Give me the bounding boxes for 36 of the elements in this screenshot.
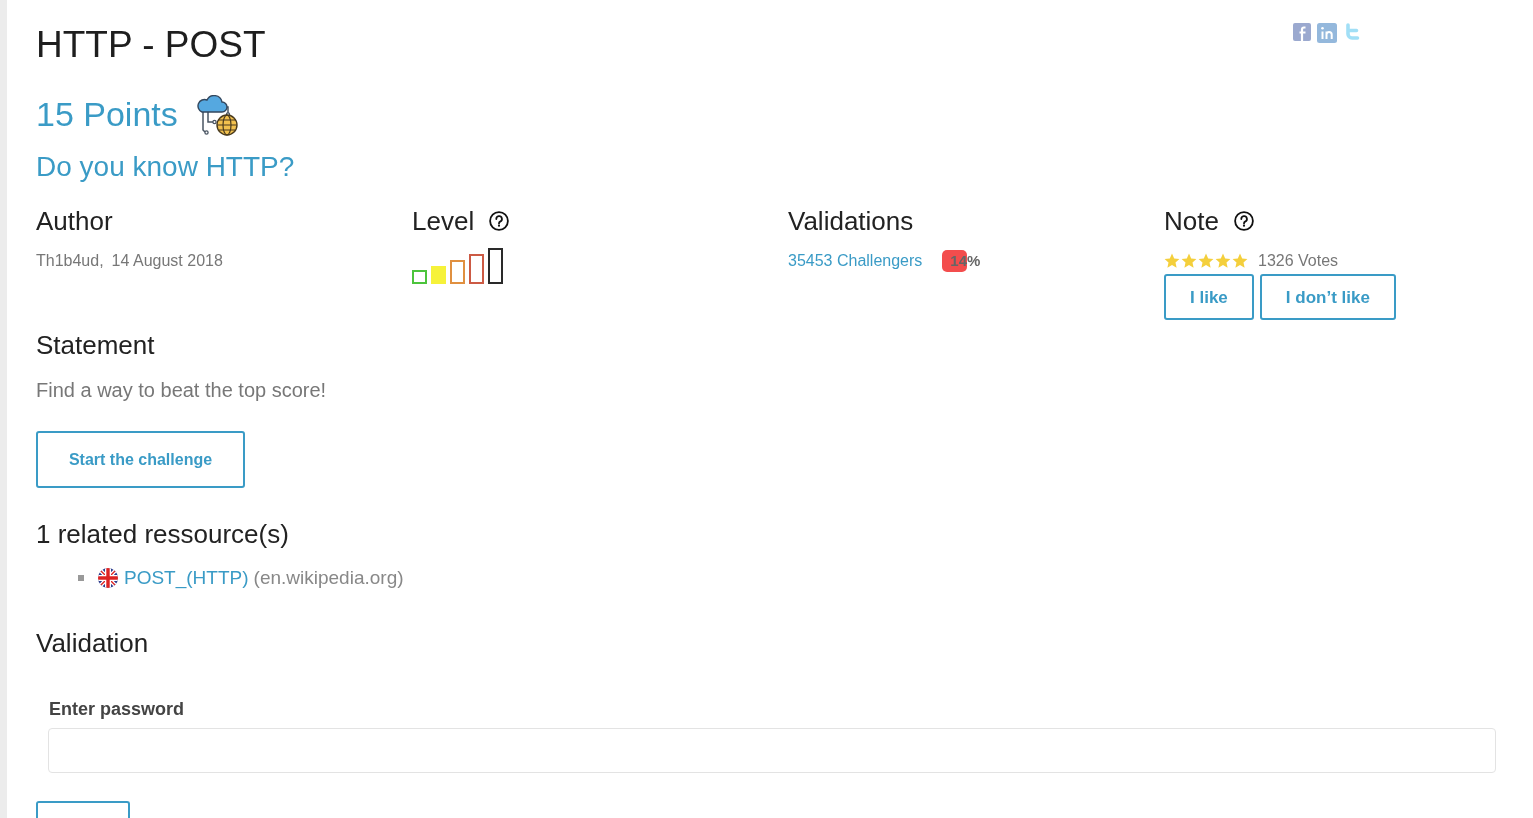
star-icon xyxy=(1181,253,1197,269)
section-heading: Statement xyxy=(36,329,155,362)
section-heading: Validation xyxy=(36,627,149,660)
linkedin-icon[interactable] xyxy=(1317,23,1337,43)
votes-count: 1326 Votes xyxy=(1258,251,1339,271)
start-challenge-button[interactable]: Start the challenge xyxy=(36,431,245,488)
section-heading: Author xyxy=(36,205,113,238)
facebook-icon[interactable] xyxy=(1293,23,1311,41)
section-heading: 1 related ressource(s) xyxy=(36,518,289,551)
section-heading: Validations xyxy=(788,205,914,238)
star-icon xyxy=(1198,253,1214,269)
cloud-globe-icon xyxy=(194,95,239,137)
help-icon[interactable] xyxy=(489,211,510,231)
password-field[interactable] xyxy=(48,728,1496,773)
help-icon[interactable] xyxy=(1233,211,1254,231)
section-heading: Note xyxy=(1164,205,1219,238)
vote-button[interactable]: I like xyxy=(1164,274,1254,320)
author-name: Th1b4ud, xyxy=(36,251,104,271)
resource-domain: (en.wikipedia.org) xyxy=(253,566,404,590)
twitter-icon[interactable] xyxy=(1343,23,1360,41)
page-title: HTTP - POST xyxy=(36,23,266,67)
star-icon xyxy=(1215,253,1231,269)
challenge-subtitle: Do you know HTTP? xyxy=(36,150,295,184)
points-label: 15 Points xyxy=(36,94,178,135)
vote-button[interactable]: I don’t like xyxy=(1259,274,1396,320)
section-heading: Level xyxy=(412,205,475,238)
resource-link[interactable]: POST_(HTTP) xyxy=(124,564,249,592)
bullet-icon xyxy=(78,575,84,581)
uk-flag-icon xyxy=(98,568,118,588)
star-icon xyxy=(1232,253,1248,269)
statement-text: Find a way to beat the top score! xyxy=(36,378,327,403)
field-label: Enter password xyxy=(49,698,185,721)
star-icon xyxy=(1164,253,1180,269)
challengers-link[interactable]: 35453 Challengers xyxy=(788,249,923,273)
submit-button[interactable] xyxy=(36,801,130,818)
publish-date: 14 August 2018 xyxy=(111,251,223,271)
